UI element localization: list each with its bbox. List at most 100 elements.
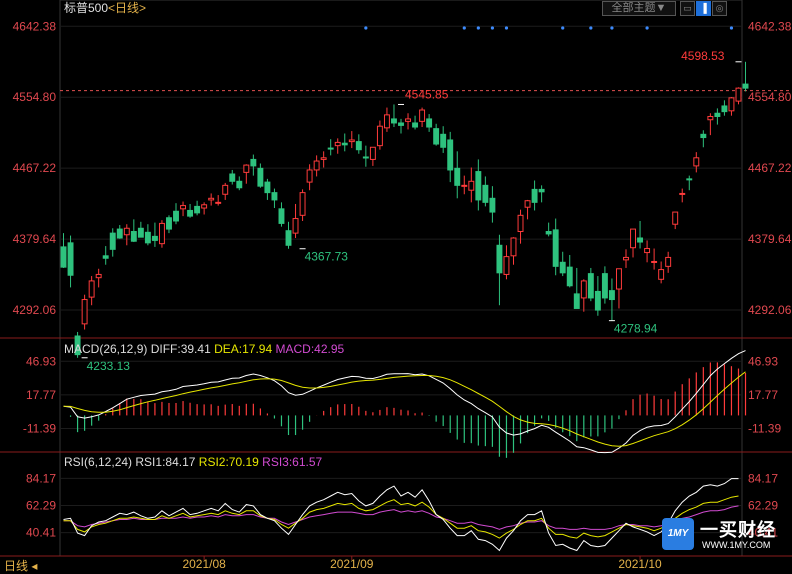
period-label[interactable]: <日线>: [108, 1, 146, 15]
candle-body: [714, 112, 721, 117]
candle-body: [707, 115, 714, 121]
candle-body: [109, 232, 116, 250]
settings-tool-icon[interactable]: ◎: [712, 1, 727, 16]
chart-stage: 4642.38 4642.38 4554.80 4554.80 4467.22 4467.…: [0, 0, 792, 574]
candle-body: [376, 125, 383, 147]
macd-diff-value: DIFF:39.41: [150, 342, 211, 356]
candle-body: [426, 118, 433, 128]
macd-macd-value: MACD:42.95: [275, 342, 345, 356]
candle-body: [658, 269, 665, 280]
candle-body: [496, 244, 503, 274]
candle-body: [623, 256, 629, 261]
rsi-tick-label-right: 84.17: [748, 471, 778, 485]
price-tick-label-left: 4554.80: [13, 90, 57, 104]
candle-body: [299, 192, 306, 216]
candle-body: [236, 180, 243, 189]
price-tick-label-left: 4292.06: [13, 303, 57, 317]
price-tick-label-right: 4379.64: [748, 232, 792, 246]
rsi1-line: [63, 478, 739, 552]
event-marker: [364, 26, 368, 30]
candle-body: [644, 248, 651, 254]
candle-body: [679, 192, 686, 195]
macd-dea-line: [63, 371, 746, 447]
candle-body: [102, 255, 109, 259]
candle-body: [208, 197, 215, 201]
event-marker: [610, 26, 614, 30]
candle-body: [334, 141, 341, 147]
rsi-tick-label-left: 40.41: [26, 526, 56, 540]
price-tick-label-left: 4467.22: [13, 161, 57, 175]
candle-body: [180, 205, 187, 210]
plot-frame: [59, 0, 743, 557]
price-tick-label-right: 4292.06: [748, 303, 792, 317]
macd-tick-label-right: 17.77: [748, 388, 778, 402]
brand-url: WWW.1MY.COM: [702, 540, 771, 550]
candle-body: [341, 142, 348, 146]
candle-body: [355, 141, 362, 151]
candle-body: [637, 237, 644, 243]
candle-body: [615, 268, 622, 290]
candle-body: [587, 273, 594, 299]
rsi3-value: RSI3:61.57: [262, 455, 323, 469]
candle-body: [412, 122, 419, 128]
price-tick-label-right: 4467.22: [748, 161, 792, 175]
candle-body: [81, 299, 88, 325]
chart-svg: 4642.38 4642.38 4554.80 4554.80 4467.22 4467.…: [0, 0, 792, 571]
candle-body: [482, 184, 489, 203]
candle-body: [538, 188, 545, 193]
candle-body: [285, 230, 292, 246]
candle-body: [721, 105, 728, 113]
candle-body: [116, 228, 123, 239]
annotation-high-label: 4545.85: [405, 87, 449, 101]
candle-body: [151, 235, 158, 241]
candle-body: [580, 280, 587, 299]
macd-tick-label-right: -11.39: [748, 422, 781, 436]
candle-body: [391, 118, 397, 124]
candle-body: [742, 83, 749, 89]
candle-body: [67, 242, 74, 276]
candle-body: [573, 293, 580, 309]
candle-body: [187, 209, 194, 217]
period-tab-daily[interactable]: 日线 ◂: [4, 557, 37, 574]
candle-body: [306, 169, 313, 183]
rsi-legend: RSI(6,12,24) RSI1:84.17 RSI2:70.19 RSI3:…: [64, 455, 323, 469]
candle-body: [222, 184, 229, 195]
price-tick-label-right: 4554.80: [748, 90, 792, 104]
candle-body: [292, 218, 299, 234]
brand-logo-icon: 1MY: [662, 518, 694, 550]
candle-body: [559, 261, 566, 274]
x-axis-label: 2021/10: [618, 557, 662, 571]
candle-body: [123, 227, 130, 236]
candle-body: [405, 118, 411, 122]
annotation-low-label: 4278.94: [614, 322, 658, 336]
rsi3-line: [63, 505, 739, 530]
candle-body: [194, 205, 201, 214]
candle-body: [369, 146, 376, 160]
candle-body: [313, 160, 320, 171]
candle-body: [130, 231, 137, 242]
event-marker: [589, 26, 593, 30]
event-marker: [561, 26, 565, 30]
x-axis-label: 2021/09: [330, 557, 374, 571]
candle-body: [383, 114, 390, 129]
rsi-tick-label-right: 62.29: [748, 499, 778, 513]
candle-body: [144, 231, 151, 244]
candle-body: [461, 184, 468, 187]
candle-body: [475, 171, 482, 201]
candle-body: [489, 197, 496, 213]
candle-body: [531, 188, 538, 203]
candle-body: [454, 167, 461, 186]
indicator-tool-icon[interactable]: ▐: [696, 1, 711, 16]
candle-body: [137, 227, 144, 238]
price-tick-label-left: 4379.64: [13, 232, 57, 246]
candle-body: [264, 181, 271, 194]
candle-body: [173, 210, 179, 222]
candle-body: [215, 201, 222, 204]
draw-tool-icon[interactable]: ▭: [680, 1, 695, 16]
brand-watermark: 1MY 一买财经 WWW.1MY.COM: [662, 516, 788, 556]
theme-select-button[interactable]: 全部主题▼: [602, 1, 676, 16]
candle-body: [348, 139, 355, 143]
candle-body: [672, 211, 679, 225]
event-marker: [645, 26, 649, 30]
candle-body: [594, 290, 601, 311]
